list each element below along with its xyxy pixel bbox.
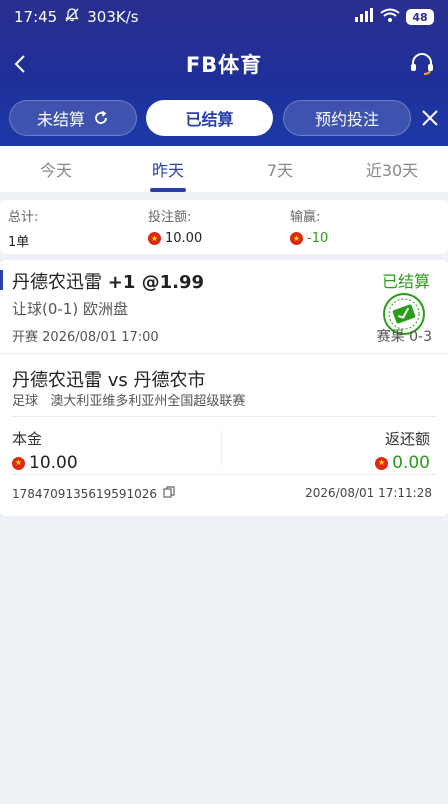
league-name: 澳大利亚维多利亚州全国超级联赛 xyxy=(50,394,246,409)
handicap-odds: +1 @1.99 xyxy=(107,272,205,293)
close-button[interactable] xyxy=(416,104,444,132)
divider xyxy=(12,474,436,475)
filter-label: 预约投注 xyxy=(314,110,379,129)
summary-panel: 总计: 1单 投注额: ★ 10.00 输赢: ★ -10 xyxy=(0,200,448,254)
battery-icon: 48 xyxy=(406,9,434,25)
header: 17:45 303K/s 48 FB体育 未结算 已结算 预约投注 xyxy=(0,0,448,146)
bet-time: 2026/08/01 17:11:28 xyxy=(305,486,432,500)
settled-status: 已结算 xyxy=(381,272,430,291)
winloss-label: 输赢: xyxy=(290,210,321,225)
currency-flag-icon: ★ xyxy=(12,456,25,470)
stake-amount: 10.00 xyxy=(29,453,78,473)
order-id-row: 1784709135619591026 xyxy=(12,486,175,501)
filter-settled[interactable]: 已结算 xyxy=(146,100,273,136)
total-label: 总计: xyxy=(8,210,39,225)
tab-7-days[interactable]: 7天 xyxy=(224,146,336,192)
refresh-icon xyxy=(95,110,107,124)
winloss-value: -10 xyxy=(307,231,329,246)
status-filter-bar: 未结算 已结算 预约投注 xyxy=(0,96,448,140)
summary-winloss: 输赢: ★ -10 xyxy=(290,206,328,246)
stake-block: 本金 ★ 10.00 xyxy=(12,428,78,473)
currency-flag-icon: ★ xyxy=(290,232,303,245)
match-result: 赛果 0-3 xyxy=(376,329,432,345)
copy-button[interactable] xyxy=(163,486,175,501)
summary-stake: 投注额: ★ 10.00 xyxy=(148,206,202,246)
tab-30-days[interactable]: 近30天 xyxy=(336,146,448,192)
customer-service-button[interactable] xyxy=(406,48,438,80)
stake-value: 10.00 xyxy=(165,231,203,246)
tab-yesterday[interactable]: 昨天 xyxy=(112,146,224,192)
total-value: 1单 xyxy=(8,235,30,250)
return-block: 返还额 ★ 0.00 xyxy=(375,428,430,473)
net-speed: 303K/s xyxy=(87,8,139,26)
kickoff-info: 开赛 2026/08/01 17:00 xyxy=(12,326,159,345)
tab-today[interactable]: 今天 xyxy=(0,146,112,192)
sport-name: 足球 xyxy=(12,394,39,409)
currency-flag-icon: ★ xyxy=(148,232,161,245)
bet-card[interactable]: 丹德农迅雷 +1 @1.99 已结算 让球(0-1) 欧洲盘 开赛 2026/0… xyxy=(0,260,448,516)
divider xyxy=(221,430,222,466)
market-info: 让球(0-1) 欧洲盘 xyxy=(12,300,128,318)
date-tabs: 今天 昨天 7天 近30天 xyxy=(0,146,448,192)
card-accent xyxy=(0,270,3,290)
page-title: FB体育 xyxy=(185,53,263,77)
back-button[interactable] xyxy=(4,48,36,80)
kickoff-label: 开赛 xyxy=(12,330,39,345)
stake-label: 投注额: xyxy=(148,210,192,225)
stake-label: 本金 xyxy=(12,430,43,448)
return-amount: 0.00 xyxy=(392,453,430,473)
wifi-icon xyxy=(380,8,400,26)
filter-label: 未结算 xyxy=(36,110,85,129)
return-label: 返还额 xyxy=(384,430,430,448)
divider xyxy=(12,416,436,417)
order-id: 1784709135619591026 xyxy=(12,486,158,501)
filter-unsettled[interactable]: 未结算 xyxy=(9,100,137,136)
summary-total: 总计: 1单 xyxy=(8,206,38,250)
filter-reserved[interactable]: 预约投注 xyxy=(283,100,411,136)
filter-label: 已结算 xyxy=(185,110,234,129)
divider xyxy=(0,353,448,354)
league-info: 足球 澳大利亚维多利亚州全国超级联赛 xyxy=(12,390,245,409)
mute-icon xyxy=(65,8,80,26)
signal-icon xyxy=(354,8,374,26)
copy-icon xyxy=(163,486,175,498)
bet-selection: 丹德农迅雷 +1 @1.99 xyxy=(12,268,204,294)
match-name: 丹德农迅雷 vs 丹德农市 xyxy=(12,370,206,391)
status-time: 17:45 xyxy=(14,8,58,26)
kickoff-time: 2026/08/01 17:00 xyxy=(42,330,159,345)
chevron-left-icon xyxy=(14,55,25,73)
currency-flag-icon: ★ xyxy=(375,456,389,470)
selection-name: 丹德农迅雷 xyxy=(12,272,102,293)
title-bar: FB体育 xyxy=(0,40,448,88)
close-icon xyxy=(422,110,438,126)
status-bar: 17:45 303K/s 48 xyxy=(0,0,448,34)
headset-icon xyxy=(411,53,433,75)
